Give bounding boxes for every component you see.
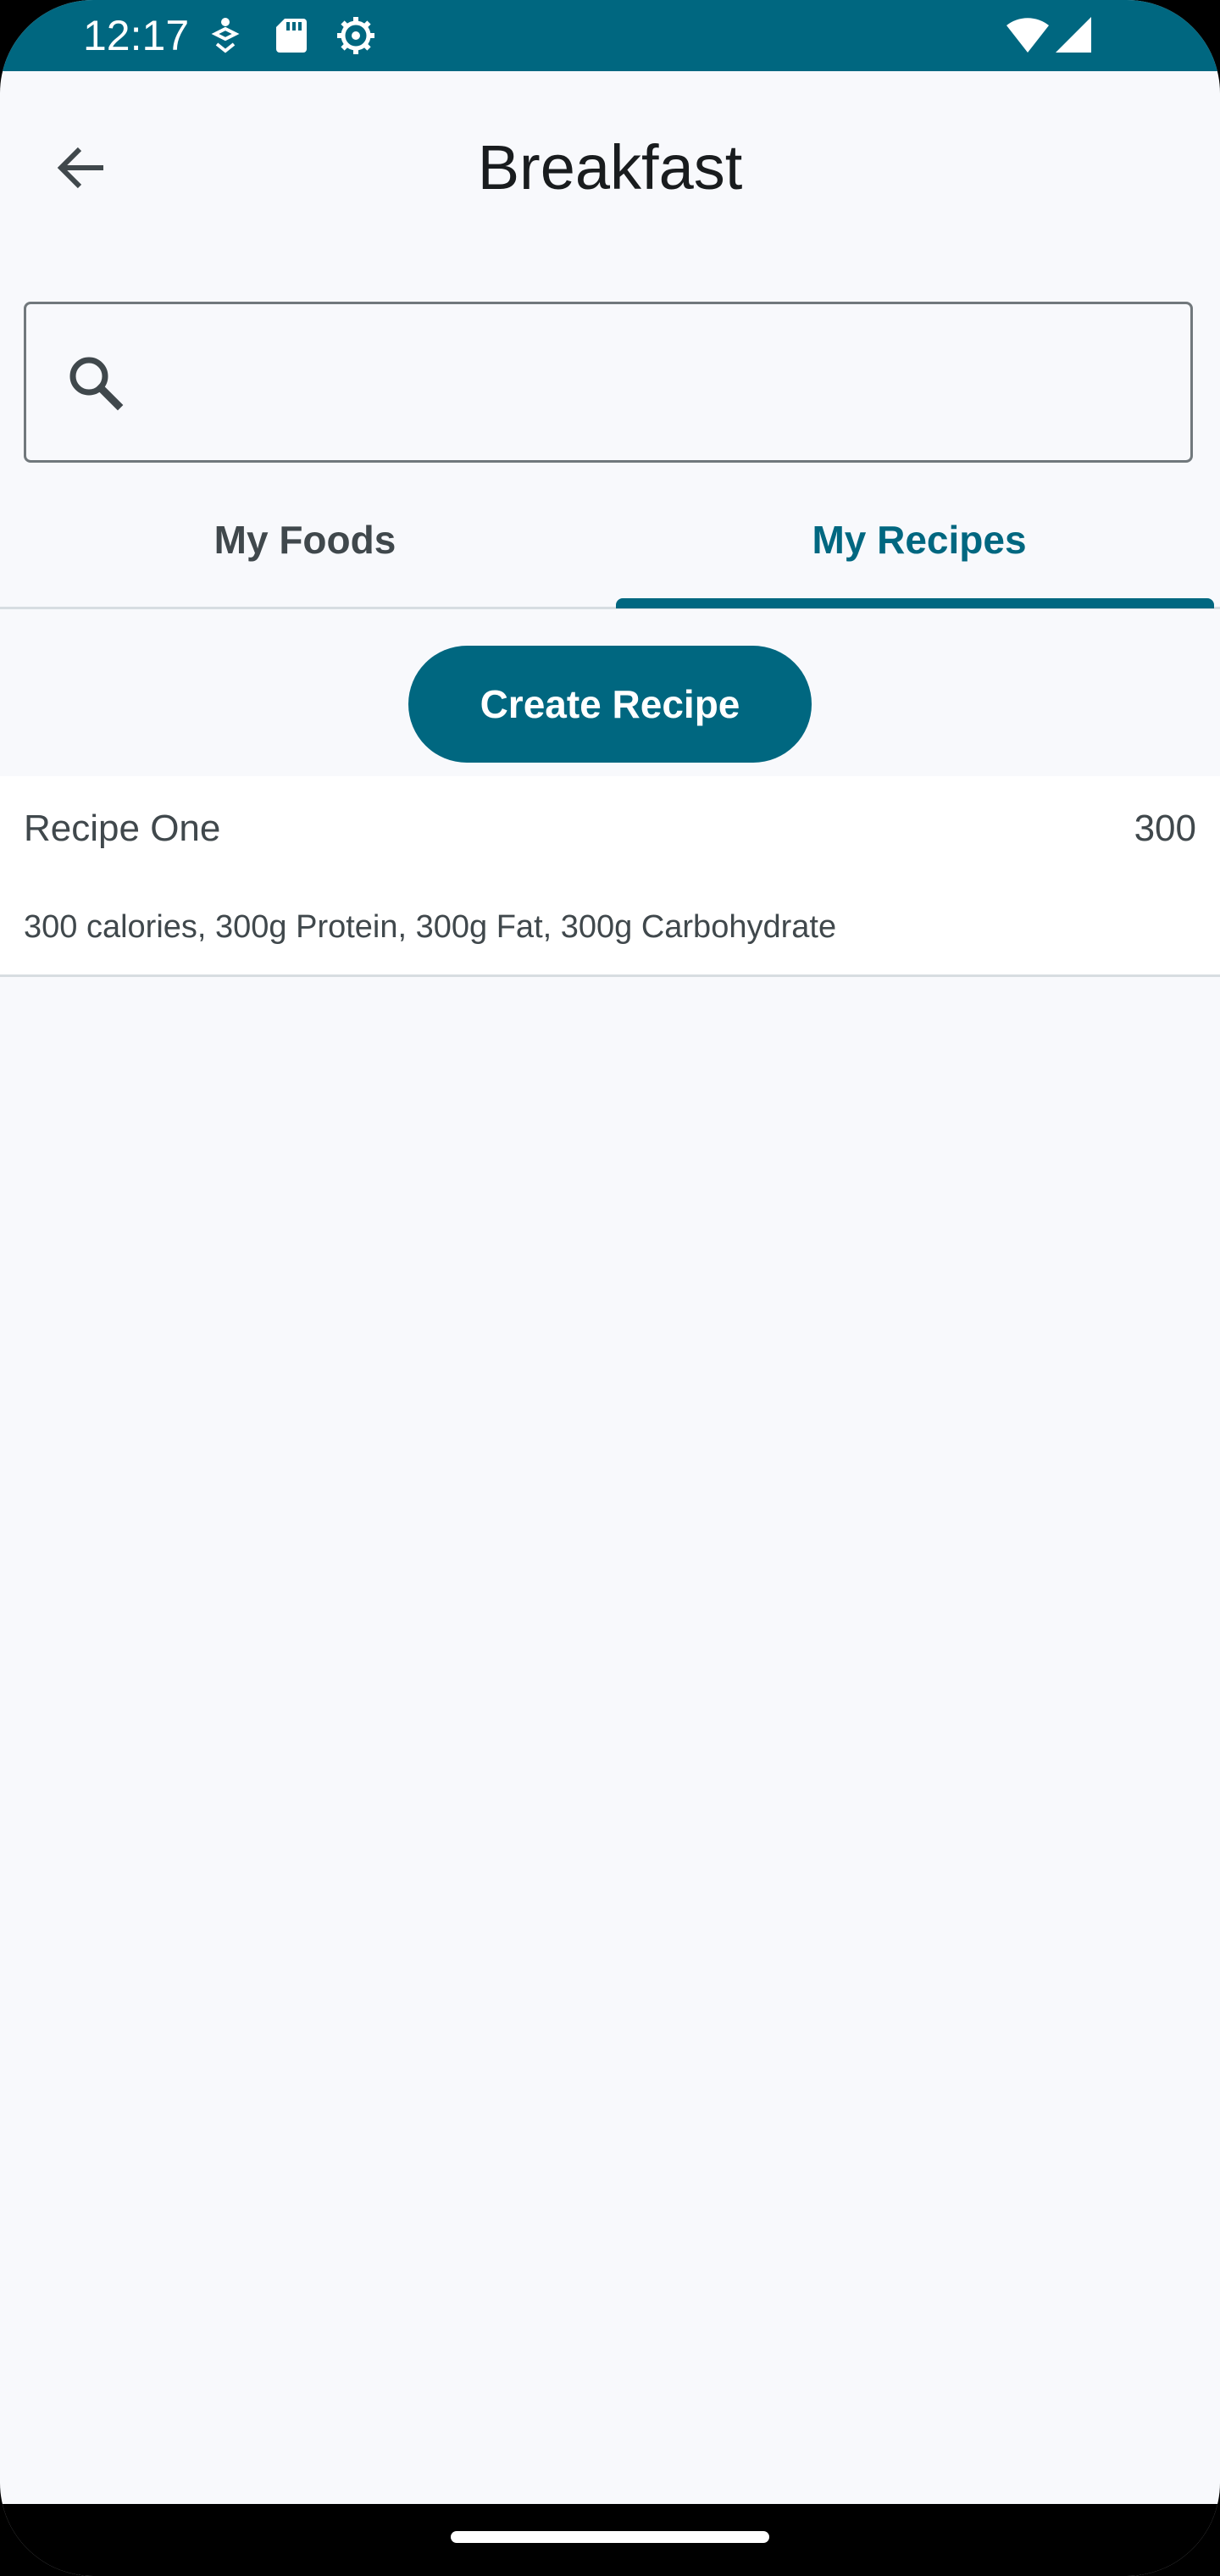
search-field[interactable]	[24, 302, 1193, 463]
fitness-notification-icon	[211, 18, 240, 53]
list-item[interactable]: Recipe One 300 300 calories, 300g Protei…	[0, 776, 1220, 976]
status-time: 12:17	[83, 12, 190, 59]
page-title: Breakfast	[477, 132, 743, 203]
row-divider	[0, 974, 1220, 977]
back-button[interactable]	[41, 127, 122, 208]
cell-signal-icon	[1056, 17, 1091, 53]
tab-indicator	[616, 598, 1214, 608]
settings-gear-icon	[337, 17, 374, 54]
recipe-calories: 300	[1134, 808, 1196, 849]
tab-my-foods[interactable]: My Foods	[0, 483, 610, 608]
tab-my-recipes[interactable]: My Recipes	[614, 483, 1220, 608]
create-recipe-button[interactable]: Create Recipe	[408, 646, 812, 763]
wifi-icon	[1006, 18, 1049, 53]
sd-card-icon	[276, 19, 307, 53]
status-bar: 12:17	[0, 0, 1220, 71]
recipe-name: Recipe One	[24, 808, 221, 849]
arrow-back-icon	[57, 147, 103, 189]
screen: 12:17 Breakfast My Foods My Recipes Crea…	[0, 0, 1220, 2576]
search-icon	[69, 357, 124, 411]
tab-bar: My Foods My Recipes	[0, 483, 1220, 608]
recipe-macros: 300 calories, 300g Protein, 300g Fat, 30…	[24, 909, 837, 945]
home-gesture-handle[interactable]	[451, 2531, 769, 2543]
navigation-bar	[0, 2504, 1220, 2576]
search-input[interactable]	[153, 338, 1165, 433]
